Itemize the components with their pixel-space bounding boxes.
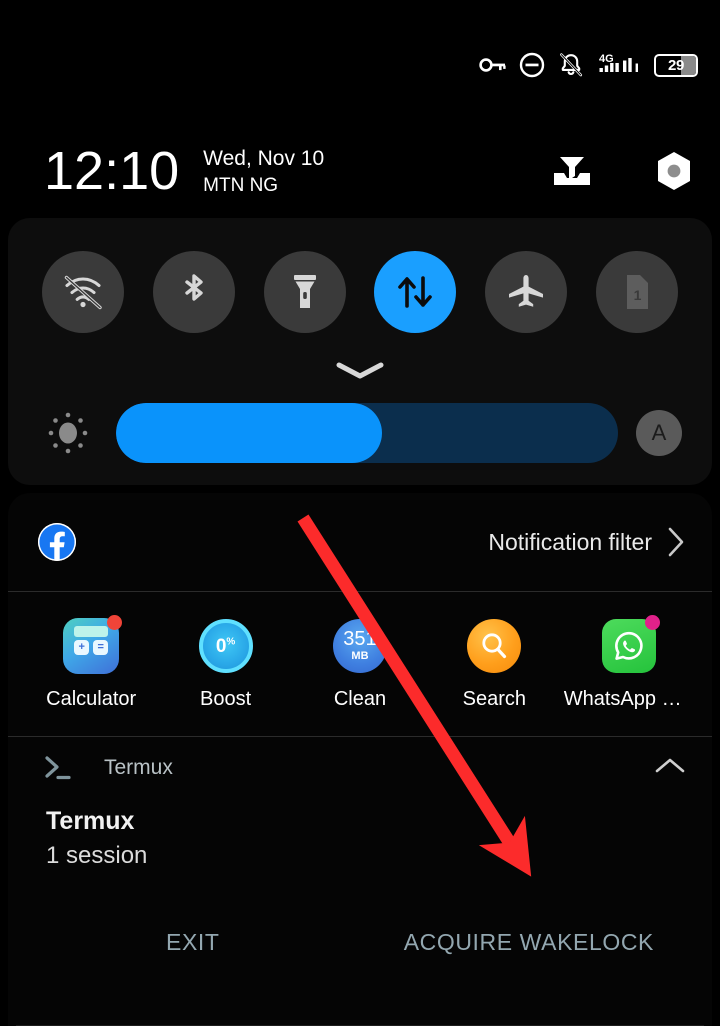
signal-4g-icon: 4G [599, 53, 638, 72]
brightness-sun-icon [48, 412, 88, 454]
notification-filter-row[interactable]: Notification filter [8, 493, 712, 591]
chevron-right-icon [668, 527, 684, 557]
carrier-label: MTN NG [203, 174, 279, 196]
facebook-glyph [38, 523, 76, 561]
shade-header: 12:10 Wed, Nov 10 MTN NG [0, 128, 720, 214]
shortcut-calculator[interactable]: + = Calculator [29, 615, 154, 711]
header-text-group: Wed, Nov 10 MTN NG [203, 148, 324, 195]
termux-title: Termux [46, 807, 135, 835]
battery-indicator: 29 [654, 53, 698, 77]
sim-card-icon: 1 [626, 275, 648, 309]
mobile-data-tile[interactable] [374, 251, 457, 333]
quick-settings-panel: 1 A [8, 218, 712, 485]
quick-settings-tiles: 1 [8, 250, 712, 334]
battery-percent-label: 29 [667, 56, 685, 74]
shortcut-label: Calculator [46, 688, 137, 710]
auto-brightness-label: A [651, 420, 667, 445]
chevron-up-icon [655, 758, 685, 772]
shortcut-label: WhatsApp M... [563, 688, 694, 710]
flashlight-icon [293, 275, 316, 308]
bluetooth-icon [185, 274, 203, 301]
terminal-prompt-icon [45, 756, 71, 780]
boost-unit: % [226, 636, 236, 648]
clean-icon: 351 MB [331, 617, 389, 675]
auto-brightness-button[interactable]: A [636, 410, 682, 456]
wifi-off-icon [64, 275, 102, 310]
clean-value: 351 [343, 627, 377, 650]
whatsapp-icon [600, 615, 660, 675]
sim-number-label: 1 [634, 287, 642, 303]
bell-muted-icon [560, 53, 583, 77]
termux-subtitle: 1 session [46, 841, 148, 869]
status-bar-icons: 4G 29 [478, 52, 698, 78]
expand-quick-settings-chevron[interactable] [8, 358, 712, 384]
header-actions [550, 150, 694, 192]
mobile-data-icon [398, 276, 433, 308]
clock-label: 12:10 [44, 141, 180, 201]
brightness-icon-wrap [38, 408, 98, 458]
boost-icon: 0% [197, 617, 255, 675]
shortcut-label: Clean [333, 688, 387, 710]
collapse-notification-chevron[interactable] [654, 756, 686, 781]
search-icon [465, 617, 523, 675]
termux-notification-header[interactable]: Termux [8, 737, 712, 799]
sim-card-tile[interactable]: 1 [595, 251, 678, 333]
facebook-icon[interactable] [38, 523, 76, 561]
notification-filter-label: Notification filter [488, 528, 652, 555]
shortcut-whatsapp[interactable]: WhatsApp M... [563, 615, 694, 711]
notification-shade: 4G 29 12:10 Wed, Nov 10 MTN NG 1 A Notif… [0, 0, 720, 1026]
termux-notification-body: Termux 1 session [8, 799, 712, 874]
termux-app-name: Termux [104, 756, 173, 779]
key-icon [479, 58, 506, 72]
calculator-badge [107, 615, 123, 630]
brightness-row: A [8, 398, 712, 468]
shortcut-row: + = Calculator 0% Boost 351 MB Clean Sea… [8, 592, 712, 736]
acquire-wakelock-button[interactable]: ACQUIRE WAKELOCK [404, 929, 654, 956]
inbox-filter-icon[interactable] [550, 151, 594, 191]
notification-filter-control[interactable]: Notification filter [488, 526, 686, 558]
airplane-mode-tile[interactable] [485, 251, 568, 333]
notification-panel: Notification filter + = Calculator 0% Bo… [8, 493, 712, 1026]
brightness-slider-fill [116, 403, 383, 463]
do-not-disturb-icon [519, 52, 545, 78]
bluetooth-tile[interactable] [152, 251, 235, 333]
magnifier-glyph [482, 633, 507, 659]
shortcut-label: Search [462, 688, 527, 710]
termux-notification-actions: EXIT ACQUIRE WAKELOCK [8, 912, 712, 974]
settings-gear-icon[interactable] [654, 150, 694, 192]
shortcut-label: Boost [200, 688, 252, 710]
shortcut-search[interactable]: Search [432, 617, 557, 711]
calculator-icon: + = [62, 615, 123, 675]
whatsapp-glyph [614, 631, 643, 660]
flashlight-tile[interactable] [263, 251, 346, 333]
shortcut-clean[interactable]: 351 MB Clean [297, 617, 422, 711]
status-bar: 4G 29 [0, 0, 720, 130]
shortcut-boost[interactable]: 0% Boost [163, 617, 288, 711]
brightness-slider[interactable] [116, 403, 618, 463]
airplane-icon [509, 275, 544, 307]
whatsapp-badge [644, 615, 660, 630]
exit-button[interactable]: EXIT [166, 929, 220, 956]
chevron-down-icon [336, 362, 384, 379]
wifi-off-tile[interactable] [42, 251, 124, 333]
boost-value: 0 [215, 635, 227, 657]
clean-unit: MB [351, 649, 369, 662]
date-label: Wed, Nov 10 [203, 146, 325, 170]
